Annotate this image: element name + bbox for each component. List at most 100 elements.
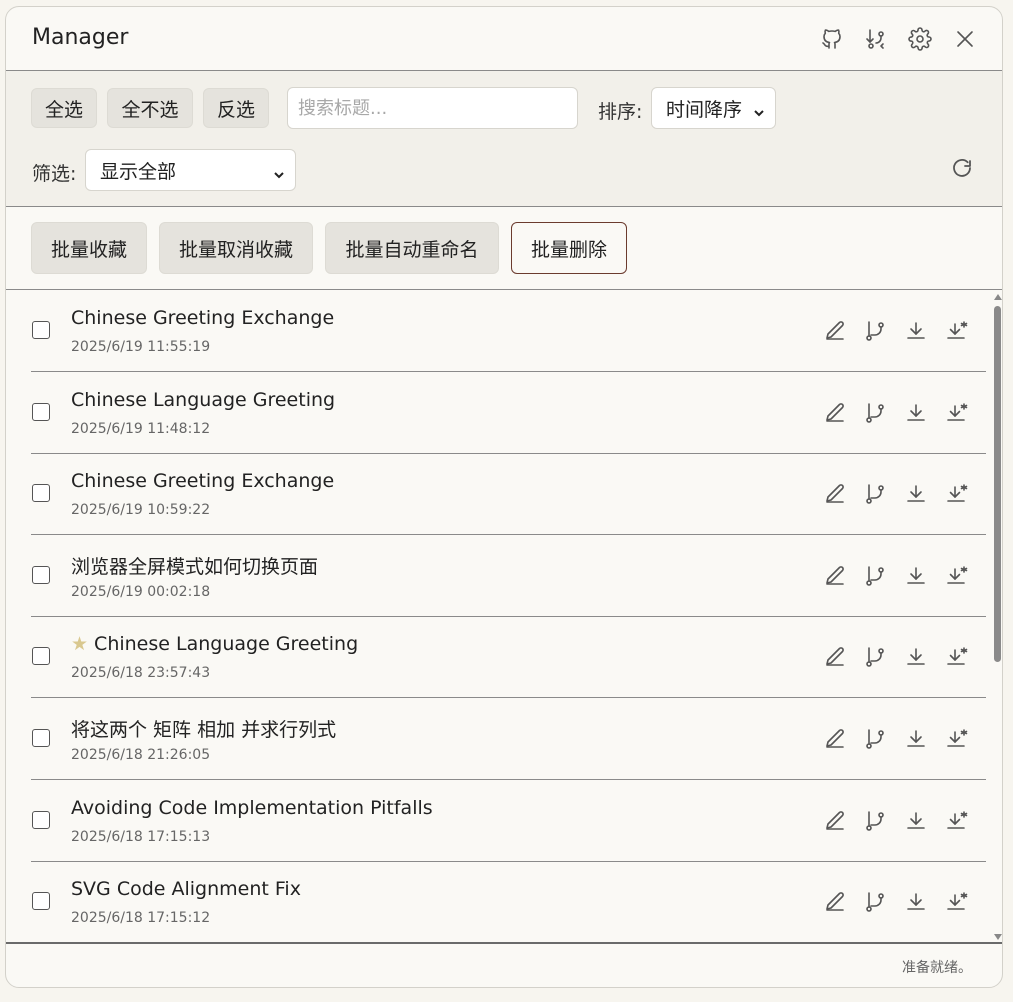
branch-icon[interactable] <box>863 401 887 425</box>
item-checkbox[interactable] <box>32 892 50 911</box>
bulk-delete-button[interactable]: 批量删除 <box>511 222 627 274</box>
scroll-down-arrow[interactable] <box>994 934 1002 940</box>
star-icon: ★ <box>71 633 89 656</box>
item-date: 2025/6/19 11:48:12 <box>71 420 211 437</box>
item-date: 2025/6/18 21:26:05 <box>71 747 211 763</box>
list-item[interactable]: 将这两个 矩阵 相加 并求行列式 2025/6/18 21:26:05 <box>31 698 986 780</box>
list-item[interactable]: 浏览器全屏模式如何切换页面 2025/6/19 00:02:18 <box>31 535 986 617</box>
edit-icon[interactable] <box>823 319 847 343</box>
bulk-favorite-button[interactable]: 批量收藏 <box>31 222 147 274</box>
list-item[interactable]: Chinese Greeting Exchange 2025/6/19 10:5… <box>31 453 986 536</box>
sort-select-value: 时间降序 <box>666 98 743 121</box>
edit-icon[interactable] <box>823 809 847 833</box>
invert-selection-button[interactable]: 反选 <box>203 88 269 128</box>
sort-label: 排序: <box>598 101 643 123</box>
item-title: SVG Code Alignment Fix <box>71 878 301 900</box>
download-special-icon[interactable] <box>945 482 969 506</box>
branch-icon[interactable] <box>863 645 887 669</box>
item-title-text: SVG Code Alignment Fix <box>71 878 301 901</box>
item-title: Chinese Greeting Exchange <box>71 307 334 329</box>
download-icon[interactable] <box>904 890 928 914</box>
select-none-button[interactable]: 全不选 <box>107 88 193 128</box>
item-date: 2025/6/19 11:55:19 <box>71 339 211 355</box>
item-checkbox[interactable] <box>32 321 50 339</box>
download-icon[interactable] <box>904 482 928 506</box>
download-special-icon[interactable] <box>945 319 969 343</box>
select-all-button[interactable]: 全选 <box>31 88 97 128</box>
item-checkbox[interactable] <box>32 729 50 747</box>
download-special-icon[interactable] <box>945 564 969 588</box>
page-title: Manager <box>32 25 129 50</box>
edit-icon[interactable] <box>823 727 847 751</box>
conversation-list: Chinese Greeting Exchange 2025/6/19 11:5… <box>6 290 1002 944</box>
branch-icon[interactable] <box>863 890 887 914</box>
branch-icon[interactable] <box>863 564 887 588</box>
download-icon[interactable] <box>904 564 928 588</box>
item-title: Chinese Language Greeting <box>71 389 335 411</box>
download-special-icon[interactable] <box>945 645 969 669</box>
sort-select[interactable]: 时间降序 <box>651 87 776 129</box>
bulk-auto-rename-button[interactable]: 批量自动重命名 <box>325 222 499 274</box>
item-checkbox[interactable] <box>32 810 50 829</box>
controls-bar: 全选 全不选 反选 排序: 时间降序 筛选: 显示全部 <box>6 71 1002 207</box>
edit-icon[interactable] <box>823 890 847 914</box>
download-icon[interactable] <box>904 809 928 833</box>
item-title: 将这两个 矩阵 相加 并求行列式 <box>71 715 336 742</box>
branch-icon[interactable] <box>863 482 887 506</box>
item-title-text: 将这两个 矩阵 相加 并求行列式 <box>71 719 337 741</box>
item-title: 浏览器全屏模式如何切换页面 <box>71 552 318 579</box>
edit-icon[interactable] <box>823 401 847 425</box>
list-item[interactable]: ★ Chinese Language Greeting 2025/6/18 23:… <box>31 616 986 699</box>
github-icon[interactable] <box>819 26 845 52</box>
branch-arrow-icon[interactable] <box>863 26 889 52</box>
branch-icon[interactable] <box>863 319 887 343</box>
scrollbar-thumb[interactable] <box>994 306 1001 662</box>
item-date: 2025/6/18 17:15:13 <box>71 828 211 845</box>
status-text: 准备就绪。 <box>902 960 972 976</box>
download-special-icon[interactable] <box>945 890 969 914</box>
item-title: Chinese Greeting Exchange <box>71 470 334 492</box>
item-date: 2025/6/18 23:57:43 <box>71 665 211 682</box>
edit-icon[interactable] <box>823 645 847 669</box>
refresh-icon[interactable] <box>950 157 974 181</box>
item-title-text: Chinese Language Greeting <box>71 388 336 411</box>
search-input[interactable] <box>287 87 578 129</box>
item-checkbox[interactable] <box>32 402 50 421</box>
item-title-text: Chinese Greeting Exchange <box>71 470 335 493</box>
download-special-icon[interactable] <box>945 809 969 833</box>
list-item[interactable]: SVG Code Alignment Fix 2025/6/18 17:15:1… <box>31 861 986 942</box>
item-checkbox[interactable] <box>32 647 50 666</box>
item-title: ★ Chinese Language Greeting <box>71 633 358 655</box>
item-checkbox[interactable] <box>32 565 50 584</box>
download-icon[interactable] <box>904 401 928 425</box>
list-item[interactable]: Chinese Greeting Exchange 2025/6/19 11:5… <box>31 290 986 372</box>
branch-icon[interactable] <box>863 809 887 833</box>
download-icon[interactable] <box>904 645 928 669</box>
item-title-text: Avoiding Code Implementation Pitfalls <box>71 796 433 819</box>
edit-icon[interactable] <box>823 482 847 506</box>
item-date: 2025/6/19 00:02:18 <box>71 583 211 600</box>
item-date: 2025/6/18 17:15:12 <box>71 910 211 927</box>
filter-label: 筛选: <box>32 163 77 185</box>
list-item[interactable]: Avoiding Code Implementation Pitfalls 20… <box>31 780 986 862</box>
filter-select[interactable]: 显示全部 <box>85 149 296 191</box>
download-icon[interactable] <box>904 319 928 343</box>
manager-panel: Manager 全选 全不选 反选 排序: 时间降序 筛选: 显示全部 <box>5 6 1003 988</box>
download-icon[interactable] <box>904 727 928 751</box>
download-special-icon[interactable] <box>945 727 969 751</box>
edit-icon[interactable] <box>823 564 847 588</box>
header: Manager <box>6 7 1002 71</box>
item-title-text: 浏览器全屏模式如何切换页面 <box>71 555 319 578</box>
chevron-down-icon <box>753 102 765 117</box>
bulk-actions-bar: 批量收藏 批量取消收藏 批量自动重命名 批量删除 <box>6 207 1002 290</box>
item-checkbox[interactable] <box>32 484 50 503</box>
list-item[interactable]: Chinese Language Greeting 2025/6/19 11:4… <box>31 372 986 454</box>
gear-icon[interactable] <box>907 26 933 52</box>
download-special-icon[interactable] <box>945 401 969 425</box>
branch-icon[interactable] <box>863 727 887 751</box>
item-title: Avoiding Code Implementation Pitfalls <box>71 797 433 819</box>
bulk-unfavorite-button[interactable]: 批量取消收藏 <box>159 222 313 274</box>
scrollbar[interactable] <box>993 292 1002 942</box>
close-icon[interactable] <box>952 26 978 52</box>
scroll-up-arrow[interactable] <box>994 294 1002 300</box>
